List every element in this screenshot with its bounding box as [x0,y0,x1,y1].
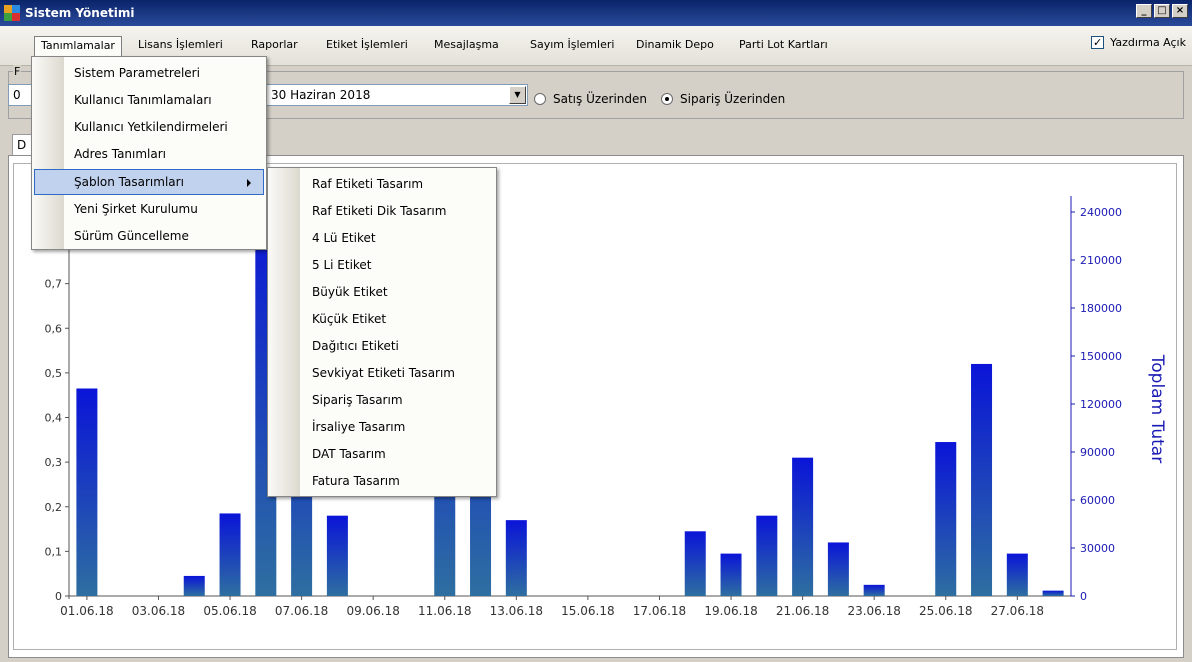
window-titlebar: Sistem Yönetimi _ □ × [0,0,1192,26]
bar-28.06.18 [1042,590,1064,596]
radio-orders-label: Sipariş Üzerinden [680,92,786,106]
menu-item-kullanici-yetkilendirmeleri[interactable]: Kullanıcı Yetkilendirmeleri [34,114,264,140]
x-tick-label: 13.06.18 [490,604,543,618]
print-label: Yazdırma Açık [1110,36,1186,49]
left-tick-label: 0,5 [45,367,63,380]
sablon-submenu: Raf Etiketi Tasarım Raf Etiketi Dik Tasa… [267,167,497,497]
left-tick-label: 0,1 [45,545,63,558]
menu-lisans-islemleri[interactable]: Lisans İşlemleri [132,36,229,56]
bar-01.06.18 [76,388,98,596]
menu-item-sistem-parametreleri[interactable]: Sistem Parametreleri [34,60,264,86]
left-tick-label: 0,4 [45,412,63,425]
submenu-item-raf-etiketi-dik-tasarim[interactable]: Raf Etiketi Dik Tasarım [270,198,494,225]
right-tick-label: 120000 [1080,398,1122,411]
radio-sales-dot[interactable] [534,93,546,105]
submenu-item-siparis-tasarim[interactable]: Sipariş Tasarım [270,387,494,414]
x-tick-label: 19.06.18 [704,604,757,618]
window-title: Sistem Yönetimi [25,6,135,20]
x-tick-label: 27.06.18 [991,604,1044,618]
x-tick-label: 05.06.18 [203,604,256,618]
menu-item-sablon-tasarimlari[interactable]: Şablon Tasarımları [34,169,264,195]
right-tick-label: 180000 [1080,302,1122,315]
left-tick-label: 0 [55,590,62,603]
x-tick-label: 11.06.18 [418,604,471,618]
menu-item-kullanici-tanimlamalari[interactable]: Kullanıcı Tanımlamaları [34,87,264,113]
x-tick-label: 07.06.18 [275,604,328,618]
submenu-item-kucuk-etiket[interactable]: Küçük Etiket [270,306,494,333]
end-date-combo[interactable]: 30 Haziran 2018 ▼ [266,84,528,106]
bar-21.06.18 [792,457,814,596]
submenu-item-fatura-tasarim[interactable]: Fatura Tasarım [270,468,494,495]
start-date-value: 0 [13,88,21,102]
submenu-item-irsaliye-tasarim[interactable]: İrsaliye Tasarım [270,414,494,441]
bar-05.06.18 [219,513,241,596]
x-tick-label: 15.06.18 [561,604,614,618]
end-date-value: 30 Haziran 2018 [271,88,371,102]
submenu-item-buyuk-etiket[interactable]: Büyük Etiket [270,279,494,306]
menu-item-adres-tanimlari[interactable]: Adres Tanımları [34,141,264,167]
bar-26.06.18 [971,363,993,596]
bar-27.06.18 [1006,553,1028,596]
menu-item-yeni-sirket-kurulumu[interactable]: Yeni Şirket Kurulumu [34,196,264,222]
print-checkbox[interactable]: ✓ [1091,36,1105,49]
right-tick-label: 150000 [1080,350,1122,363]
right-tick-label: 0 [1080,590,1087,603]
menu-sayim-islemleri[interactable]: Sayım İşlemleri [524,36,620,56]
submenu-arrow-icon [247,179,251,187]
minimize-button[interactable]: _ [1136,4,1152,18]
submenu-item-dagitici-etiketi[interactable]: Dağıtıcı Etiketi [270,333,494,360]
x-tick-label: 17.06.18 [633,604,686,618]
right-tick-label: 30000 [1080,542,1115,555]
menu-raporlar[interactable]: Raporlar [245,36,304,56]
tanimlamalar-dropdown: Sistem Parametreleri Kullanıcı Tanımlama… [31,56,267,250]
right-axis-title: Toplam Tutar [1147,354,1167,463]
submenu-item-raf-etiketi-tasarim[interactable]: Raf Etiketi Tasarım [270,171,494,198]
right-tick-label: 240000 [1080,206,1122,219]
radio-orders[interactable]: Sipariş Üzerinden [661,92,785,106]
left-tick-label: 0,7 [45,278,63,291]
x-tick-label: 23.06.18 [847,604,900,618]
chevron-down-icon[interactable]: ▼ [509,86,526,104]
sablon-tasarimlari-label: Şablon Tasarımları [74,175,184,189]
menu-mesajlasma[interactable]: Mesajlaşma [428,36,505,56]
maximize-button[interactable]: □ [1154,4,1170,18]
bar-18.06.18 [684,531,706,596]
x-tick-label: 25.06.18 [919,604,972,618]
app-grid-icon [4,5,20,21]
menu-etiket-islemleri[interactable]: Etiket İşlemleri [320,36,414,56]
left-tick-label: 0,6 [45,322,63,335]
bar-20.06.18 [756,515,778,596]
bar-08.06.18 [326,515,348,596]
menu-tanimlamalar[interactable]: Tanımlamalar [34,36,122,56]
bar-25.06.18 [935,442,957,596]
bar-23.06.18 [863,584,885,596]
close-button[interactable]: × [1172,4,1188,18]
filter-legend: F [13,65,22,78]
submenu-item-sevkiyat-etiketi-tasarim[interactable]: Sevkiyat Etiketi Tasarım [270,360,494,387]
print-toggle[interactable]: ✓ Yazdırma Açık [1091,36,1186,49]
right-tick-label: 90000 [1080,446,1115,459]
left-tick-label: 0,3 [45,456,63,469]
radio-sales[interactable]: Satış Üzerinden [534,92,647,106]
bar-04.06.18 [183,575,205,596]
radio-orders-dot[interactable] [661,93,673,105]
submenu-item-5-li-etiket[interactable]: 5 Li Etiket [270,252,494,279]
bar-19.06.18 [720,553,742,596]
left-tick-label: 0,2 [45,501,63,514]
menu-dinamik-depo[interactable]: Dinamik Depo [630,36,720,56]
right-tick-label: 210000 [1080,254,1122,267]
bar-22.06.18 [827,542,849,596]
x-tick-label: 09.06.18 [346,604,399,618]
x-tick-label: 01.06.18 [60,604,113,618]
submenu-item-dat-tasarim[interactable]: DAT Tasarım [270,441,494,468]
menu-parti-lot-kartlari[interactable]: Parti Lot Kartları [733,36,834,56]
right-tick-label: 60000 [1080,494,1115,507]
x-tick-label: 03.06.18 [132,604,185,618]
submenu-item-4-lu-etiket[interactable]: 4 Lü Etiket [270,225,494,252]
radio-sales-label: Satış Üzerinden [553,92,648,106]
menu-item-surum-guncelleme[interactable]: Sürüm Güncelleme [34,223,264,249]
x-tick-label: 21.06.18 [776,604,829,618]
bar-13.06.18 [505,520,527,596]
